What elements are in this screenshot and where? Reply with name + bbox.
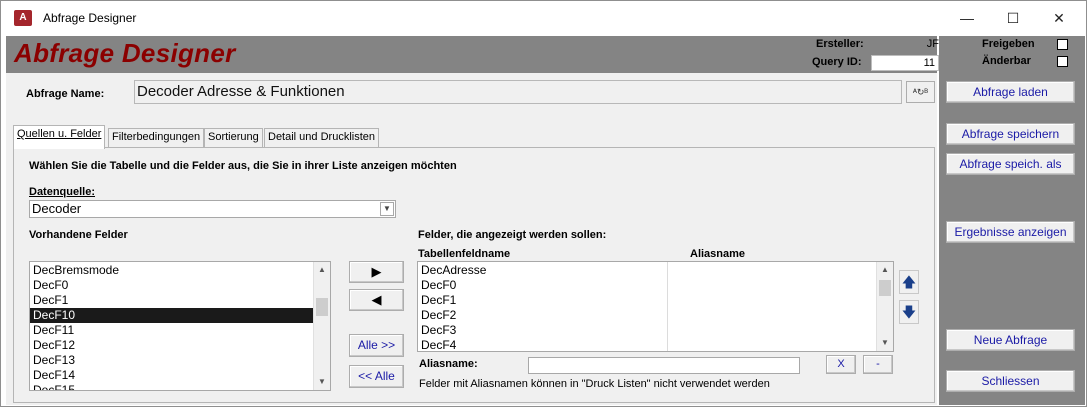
datasource-label: Datenquelle: [29,186,96,198]
alias-clear-button[interactable]: - [863,355,893,374]
scroll-up-icon[interactable]: ▲ [877,262,893,278]
save-query-button[interactable]: Abfrage speichern [946,123,1075,145]
shown-fields-list[interactable]: DecAdresse DecF0 DecF1 DecF2 DecF3 DecF4 ▲ ▼ [417,261,894,352]
list-item[interactable]: DecF1 [418,293,666,308]
show-results-button[interactable]: Ergebnisse anzeigen [946,221,1075,243]
creator-value: JF [926,38,939,50]
alias-note: Felder mit Aliasnamen können in "Druck L… [419,378,770,390]
tab-sources[interactable]: Quellen u. Felder [13,125,106,149]
scroll-up-icon[interactable]: ▲ [314,262,330,278]
add-field-button[interactable]: ▶ [349,261,404,283]
col-alias: Aliasname [690,248,746,260]
query-name-label: Abfrage Name: [26,88,105,100]
access-app-icon: A [14,10,35,26]
list-item[interactable]: DecF1 [30,293,315,308]
minimize-button[interactable]: — [944,1,990,35]
move-up-button[interactable]: 🡅 [899,270,919,294]
header-band: Abfrage Designer [6,36,937,73]
list-item[interactable]: DecF10 [30,308,315,323]
alias-apply-button[interactable]: X [826,355,856,374]
datasource-value: Decoder [32,201,82,216]
tab-filters[interactable]: Filterbedingungen [108,128,205,147]
maximize-button[interactable]: ☐ [990,1,1036,35]
arrow-down-icon: 🡇 [901,304,917,320]
list-item[interactable]: DecF11 [30,323,315,338]
tab-sources-label: Quellen u. Felder [17,128,102,140]
move-down-button[interactable]: 🡇 [899,300,919,324]
available-fields-list[interactable]: DecBremsmode DecF0 DecF1 DecF10 DecF11 DecF12… [29,261,331,391]
shown-fields-label: Felder, die angezeigt werden sollen: [418,229,607,241]
remove-field-button[interactable]: ◀ [349,289,404,311]
col-table-field: Tabellenfeldname [418,248,511,260]
list-item[interactable]: DecF12 [30,338,315,353]
instruction-text: Wählen Sie die Tabelle und die Felder au… [29,160,457,172]
close-form-button[interactable]: Schliessen [946,370,1075,392]
query-id-label: Query ID: [812,56,862,68]
close-window-button[interactable]: ✕ [1036,1,1082,35]
add-all-button[interactable]: Alle >> [349,334,404,357]
list-item[interactable]: DecAdresse [418,263,666,278]
page-title: Abfrage Designer [14,38,236,68]
changeable-label: Änderbar [982,55,1031,67]
available-scrollbar[interactable]: ▲ ▼ [313,262,330,390]
list-item[interactable]: DecF14 [30,368,315,383]
shown-items: DecAdresse DecF0 DecF1 DecF2 DecF3 DecF4 [418,263,666,351]
arrow-up-icon: 🡅 [901,274,917,290]
shown-scrollbar[interactable]: ▲ ▼ [876,262,893,351]
scroll-down-icon[interactable]: ▼ [877,335,893,351]
release-label: Freigeben [982,38,1035,50]
alias-input[interactable] [528,357,800,374]
creator-label: Ersteller: [816,38,864,50]
query-name-field[interactable]: Decoder Adresse & Funktionen [134,80,902,104]
list-item[interactable]: DecF0 [418,278,666,293]
app-window: A Abfrage Designer — ☐ ✕ Abfrage Designe… [0,0,1087,407]
available-items: DecBremsmode DecF0 DecF1 DecF10 DecF11 DecF12… [30,263,315,390]
list-item[interactable]: DecF13 [30,353,315,368]
release-checkbox[interactable] [1057,39,1068,50]
remove-all-button[interactable]: << Alle [349,365,404,388]
datasource-select[interactable]: Decoder ▼ [29,200,396,218]
list-item[interactable]: DecF15 [30,383,315,390]
query-id-field[interactable]: 11 [871,55,939,71]
list-item[interactable]: DecF3 [418,323,666,338]
list-item[interactable]: DecF0 [30,278,315,293]
available-fields-label: Vorhandene Felder [29,229,128,241]
spellcheck-icon: ᴬ↻ᴮ [912,87,929,97]
tab-details[interactable]: Detail und Drucklisten [264,128,379,147]
arrow-left-icon: ◀ [371,292,382,307]
tab-sorting[interactable]: Sortierung [204,128,263,147]
arrow-right-icon: ▶ [371,264,382,279]
list-item[interactable]: DecBremsmode [30,263,315,278]
scroll-down-icon[interactable]: ▼ [314,374,330,390]
scroll-thumb[interactable] [879,280,891,296]
list-item[interactable]: DecF2 [418,308,666,323]
chevron-down-icon[interactable]: ▼ [380,202,394,216]
scroll-thumb[interactable] [316,298,328,316]
list-item[interactable]: DecF4 [418,338,666,351]
spellcheck-button[interactable]: ᴬ↻ᴮ [906,81,935,103]
column-separator [667,262,668,351]
new-query-button[interactable]: Neue Abfrage [946,329,1075,351]
alias-label: Aliasname: [419,358,478,370]
title-bar[interactable]: A Abfrage Designer — ☐ ✕ [1,1,1086,35]
changeable-checkbox[interactable] [1057,56,1068,67]
load-query-button[interactable]: Abfrage laden [946,81,1075,103]
save-query-as-button[interactable]: Abfrage speich. als [946,153,1075,175]
window-title: Abfrage Designer [43,11,137,25]
